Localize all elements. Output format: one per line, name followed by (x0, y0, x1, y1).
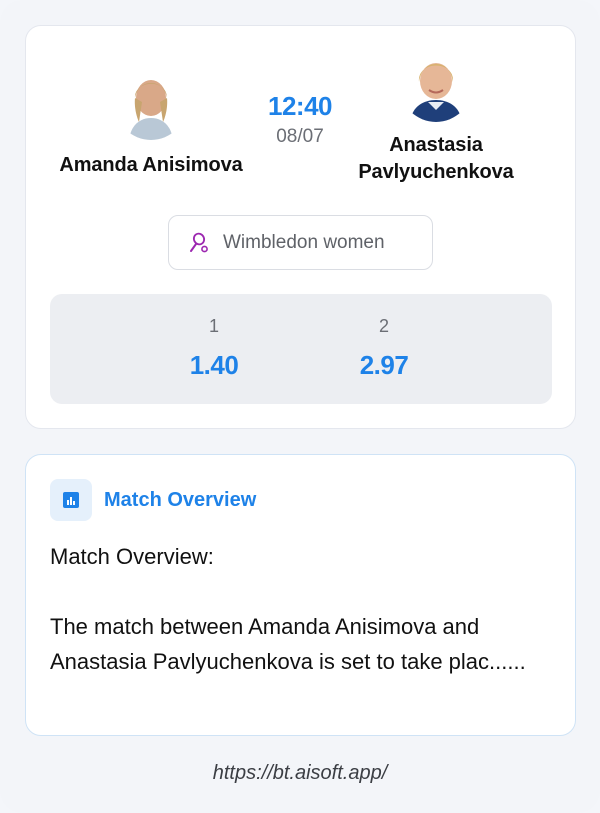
league-chip[interactable]: Wimbledon women (168, 215, 433, 270)
league-label: Wimbledon women (223, 231, 385, 253)
footer-url[interactable]: https://bt.aisoft.app/ (0, 762, 600, 785)
overview-title: Match Overview (104, 488, 257, 511)
overview-text: The match between Amanda Anisimova and A… (50, 614, 526, 674)
overview-heading: Match Overview: (50, 544, 214, 569)
tennis-racket-icon (187, 231, 211, 255)
app-frame: Amanda Anisimova 12:40 08/07 Anastasia P… (0, 0, 600, 813)
player-2-name: Anastasia Pavlyuchenkova (358, 134, 514, 183)
overview-header: Match Overview (50, 479, 256, 521)
player-2[interactable]: Anastasia Pavlyuchenkova (326, 50, 546, 186)
odd-away[interactable]: 2 2.97 (324, 314, 444, 382)
chart-icon (50, 479, 92, 521)
overview-body: Match Overview: The match between Amanda… (50, 539, 560, 679)
player-1[interactable]: Amanda Anisimova (41, 68, 261, 179)
odd-away-value: 2.97 (359, 350, 409, 380)
odd-home-value: 1.40 (189, 350, 239, 380)
player-1-avatar (115, 68, 187, 140)
player-1-name: Amanda Anisimova (59, 154, 243, 176)
overview-card[interactable]: Match Overview Match Overview: The match… (25, 454, 576, 736)
player-2-avatar (400, 50, 472, 122)
odd-home[interactable]: 1 1.40 (154, 314, 274, 382)
odds-panel: 1 1.40 2 2.97 (50, 294, 552, 404)
match-card[interactable]: Amanda Anisimova 12:40 08/07 Anastasia P… (25, 25, 576, 429)
odd-home-label: 1 (208, 316, 219, 336)
odd-away-label: 2 (378, 316, 389, 336)
